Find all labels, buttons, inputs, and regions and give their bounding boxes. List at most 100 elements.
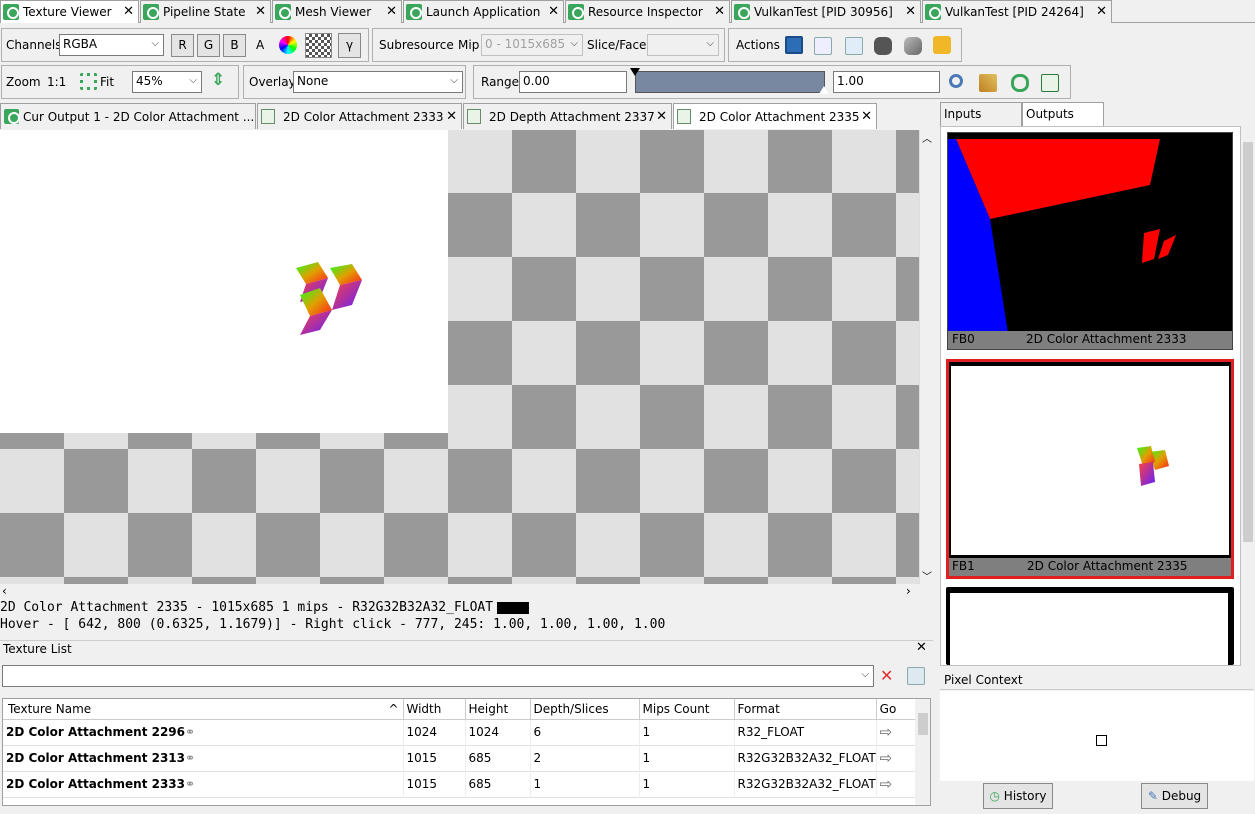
scroll-up-icon[interactable]: ︿ — [922, 130, 932, 145]
tab-texture-viewer[interactable]: Texture Viewer ✕ — [0, 0, 139, 23]
close-icon[interactable]: ✕ — [905, 4, 916, 19]
open-texture-icon[interactable] — [845, 37, 863, 55]
overlay-label: Overlay — [249, 75, 296, 89]
thumbnail-fb0[interactable]: FB0 2D Color Attachment 2333 — [947, 132, 1233, 350]
tab-color-attachment-2335[interactable]: 2D Color Attachment 2335 ✕ — [673, 103, 877, 129]
pixel-marker — [1096, 735, 1107, 746]
table-row[interactable]: 2D Color Attachment 2333⚭ 1015 685 1 1 R… — [3, 771, 915, 797]
save-icon[interactable] — [785, 36, 803, 54]
channels-select[interactable]: RGBA ⌵ — [59, 34, 164, 56]
color-wheel-icon[interactable] — [279, 36, 297, 54]
thumbnail-fb2[interactable] — [946, 587, 1234, 665]
zoom-range-icon[interactable] — [949, 74, 963, 88]
scroll-right-icon[interactable]: › — [906, 584, 911, 598]
chevron-down-icon: ⌵ — [450, 75, 458, 86]
close-icon[interactable]: ✕ — [656, 109, 667, 124]
close-icon[interactable]: ✕ — [123, 4, 134, 19]
debug-button[interactable]: ✎ Debug — [1141, 783, 1208, 809]
tab-outputs[interactable]: Outputs — [1022, 102, 1104, 127]
go-arrow-icon[interactable]: ⇨ — [876, 719, 915, 745]
blue-channel-button[interactable]: B — [223, 34, 246, 57]
range-max-handle[interactable] — [819, 86, 829, 94]
range-min-input[interactable]: 0.00 — [519, 71, 627, 93]
zoom-select[interactable]: 45% ⌵ — [132, 71, 202, 93]
binoculars-icon[interactable] — [874, 37, 892, 55]
copy-icon[interactable] — [814, 37, 832, 55]
table-row[interactable]: 2D Color Attachment 2296⚭ 1024 1024 6 1 … — [3, 719, 915, 745]
fit-icon[interactable] — [80, 73, 97, 90]
thumbnail-fb1-selected[interactable]: FB1 2D Color Attachment 2335 — [946, 359, 1234, 579]
overlay-select[interactable]: None ⌵ — [293, 71, 463, 93]
tab-cur-output-1[interactable]: Cur Output 1 - 2D Color Attachment ... — [0, 103, 256, 129]
col-height[interactable]: Height — [465, 699, 531, 719]
history-button[interactable]: ◷ History — [983, 783, 1053, 809]
scroll-left-icon[interactable]: ‹ — [2, 584, 7, 598]
slice-face-select[interactable]: ⌵ — [647, 34, 719, 56]
subresource-label: Subresource — [379, 38, 454, 52]
close-icon[interactable]: ✕ — [255, 4, 266, 19]
col-depth-slices[interactable]: Depth/Slices — [530, 699, 640, 719]
col-format[interactable]: Format — [734, 699, 877, 719]
mesh-viewer-icon — [275, 4, 291, 20]
tab-color-attachment-2333[interactable]: 2D Color Attachment 2333 ✕ — [257, 103, 462, 129]
range-histogram[interactable] — [635, 71, 825, 93]
tab-pipeline-state[interactable]: Pipeline State ✕ — [140, 0, 271, 23]
close-icon[interactable]: ✕ — [386, 4, 397, 19]
tab-resource-inspector[interactable]: Resource Inspector ✕ — [565, 0, 730, 23]
range-max-input[interactable]: 1.00 — [833, 71, 940, 93]
col-mips-count[interactable]: Mips Count — [639, 699, 735, 719]
scroll-down-icon[interactable]: ﹀ — [922, 568, 932, 583]
tab-vulkantest-30956[interactable]: VulkanTest [PID 30956] ✕ — [731, 0, 921, 23]
col-width[interactable]: Width — [403, 699, 466, 719]
tab-launch-application[interactable]: Launch Application ✕ — [403, 0, 564, 23]
zoom-1-to-1-button[interactable]: 1:1 — [47, 75, 66, 89]
zoom-label: Zoom — [6, 75, 41, 89]
thumbnail-scrollbar[interactable] — [1241, 126, 1255, 666]
close-icon[interactable]: ✕ — [714, 4, 725, 19]
viewport-vertical-scrollbar[interactable]: ︿ ﹀ — [919, 130, 933, 584]
go-arrow-icon[interactable]: ⇨ — [876, 745, 915, 771]
green-channel-button[interactable]: G — [197, 34, 220, 57]
close-icon[interactable]: ✕ — [861, 109, 872, 124]
column-settings-icon[interactable] — [907, 667, 925, 685]
actions-label: Actions — [736, 38, 780, 52]
col-texture-name[interactable]: Texture Name ^ — [3, 699, 404, 719]
clear-filter-icon[interactable]: ✕ — [880, 666, 893, 685]
red-channel-button[interactable]: R — [171, 34, 194, 57]
fb1-preview — [1137, 446, 1169, 486]
histogram-icon[interactable] — [1041, 74, 1059, 92]
tab-vulkantest-24264[interactable]: VulkanTest [PID 24264] ✕ — [922, 0, 1112, 23]
tab-depth-attachment-2337[interactable]: 2D Depth Attachment 2337 ✕ — [463, 103, 672, 129]
close-icon[interactable]: ✕ — [916, 640, 927, 655]
table-scrollbar[interactable] — [915, 699, 930, 805]
fit-button[interactable]: Fit — [100, 75, 114, 89]
close-icon[interactable]: ✕ — [446, 109, 457, 124]
close-icon[interactable]: ✕ — [548, 4, 559, 19]
texture-viewer-icon — [3, 4, 19, 20]
gamma-button[interactable]: γ — [338, 33, 361, 58]
range-min-handle[interactable] — [630, 68, 640, 76]
link-icon[interactable] — [904, 37, 922, 55]
pixel-context-view[interactable] — [940, 691, 1254, 781]
close-icon[interactable]: ✕ — [1096, 4, 1107, 19]
alpha-channel-toggle[interactable]: A — [256, 38, 264, 52]
checkerboard-icon[interactable] — [305, 33, 332, 58]
tab-inputs[interactable]: Inputs — [940, 102, 1022, 127]
reset-icon[interactable] — [1011, 74, 1029, 92]
texture-viewport[interactable] — [0, 130, 919, 584]
cubes-render — [296, 262, 362, 335]
viewport-horizontal-scrollbar[interactable]: ‹ › — [0, 584, 919, 599]
flip-vertical-icon[interactable]: ⇕ — [211, 70, 225, 90]
mip-select[interactable]: 0 - 1015x685 ⌵ — [481, 34, 583, 56]
go-arrow-icon[interactable]: ⇨ — [876, 771, 915, 797]
texture-filter-input[interactable]: ⌵ — [2, 665, 874, 687]
col-go[interactable]: Go — [876, 699, 915, 719]
table-row[interactable]: 2D Color Attachment 2313⚭ 1015 685 2 1 R… — [3, 745, 915, 771]
scrollbar-thumb[interactable] — [1243, 142, 1253, 542]
puzzle-icon[interactable] — [933, 36, 951, 54]
tab-mesh-viewer[interactable]: Mesh Viewer ✕ — [272, 0, 402, 23]
texture-icon — [261, 109, 275, 124]
fb0-preview — [948, 139, 1176, 333]
scrollbar-thumb[interactable] — [918, 713, 928, 735]
auto-fit-icon[interactable] — [979, 74, 997, 92]
